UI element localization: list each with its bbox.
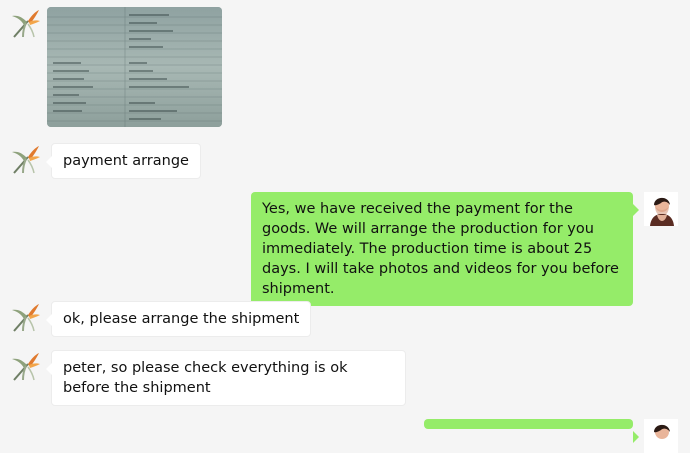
my-avatar[interactable] [644, 419, 678, 453]
image-message[interactable] [47, 7, 222, 127]
incoming-message-bubble[interactable]: ok, please arrange the shipment [45, 301, 312, 337]
contact-avatar[interactable] [8, 350, 42, 384]
outgoing-message-bubble[interactable]: Yes, we have received the payment for th… [251, 192, 639, 306]
bird-of-paradise-flower-icon [8, 301, 42, 335]
person-avatar-icon [644, 419, 678, 453]
outgoing-message-bubble[interactable] [424, 419, 639, 443]
bird-of-paradise-flower-icon [8, 143, 42, 177]
bird-of-paradise-flower-icon [8, 7, 42, 41]
incoming-message-bubble[interactable]: peter, so please check everything is ok … [46, 350, 406, 406]
bird-of-paradise-flower-icon [8, 350, 42, 384]
incoming-message-bubble[interactable]: payment arrange [46, 143, 201, 179]
contact-avatar[interactable] [8, 7, 42, 41]
contact-avatar[interactable] [8, 143, 42, 177]
my-avatar[interactable] [644, 192, 678, 226]
person-avatar-icon [644, 192, 678, 226]
contact-avatar[interactable] [8, 301, 42, 335]
document-photo-thumbnail [47, 7, 222, 127]
